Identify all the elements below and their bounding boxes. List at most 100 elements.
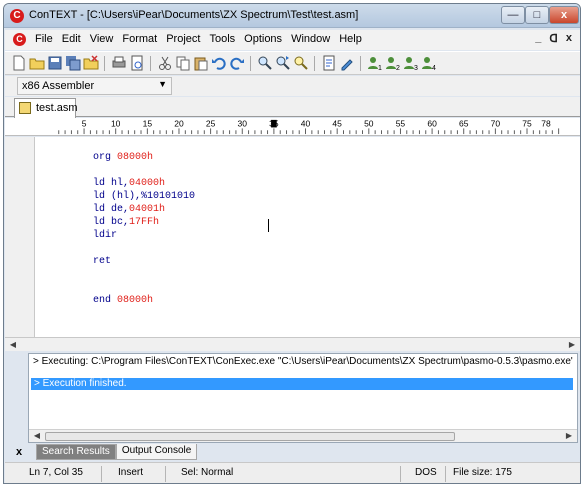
code-keyword: ld de, [93,204,130,215]
code-editor[interactable]: org 08000h ld hl,04000h ld (hl),%10101010 l… [5,137,580,337]
save-icon[interactable] [47,55,63,71]
ruler-label: 40 [301,119,311,129]
menu-item-format[interactable]: Format [122,33,157,45]
highlighter-select-value: x86 Assembler [22,80,95,92]
code-number: 17FFh [129,217,160,228]
menu-item-project[interactable]: Project [166,33,200,45]
scroll-left-icon[interactable]: ◀ [7,339,19,351]
code-line: org 08000h [93,152,153,164]
toolbar-separator [104,56,105,71]
redo-icon[interactable] [229,55,245,71]
svg-text:1: 1 [378,65,382,71]
output-tabs: Search Results Output Console [36,444,198,460]
user-exec-2-icon[interactable]: 2 [385,55,401,71]
code-number: 04001h [129,204,166,215]
new-file-icon[interactable] [11,55,27,71]
print-icon[interactable] [111,55,127,71]
undo-icon[interactable] [211,55,227,71]
replace-icon[interactable] [293,55,309,71]
document-menu-icon[interactable]: C [13,33,26,46]
scroll-left-icon[interactable]: ◀ [31,430,43,442]
print-preview-icon[interactable] [129,55,145,71]
code-keyword: ret [93,256,112,267]
status-format: DOS [415,467,437,478]
ruler-label: 45 [332,119,342,129]
highlighter-row: x86 Assembler ▼ [5,76,580,96]
editor-horizontal-scrollbar[interactable]: ◀ ▶ [5,337,580,351]
ruler-label: 15 [143,119,153,129]
maximize-button[interactable]: □ [525,6,549,24]
output-horizontal-scrollbar[interactable]: ◀ ▶ [29,429,577,442]
menu-items: File Edit View Format Project Tools Options Win… [35,33,371,45]
mdi-minimize-button[interactable]: _ [535,32,541,45]
editor-gutter [5,137,35,337]
menu-item-options[interactable]: Options [244,33,282,45]
tab-test-asm[interactable]: test.asm [14,98,78,118]
output-console[interactable]: > Executing: C:\Program Files\ConTEXT\Co… [28,353,578,443]
user-exec-4-icon[interactable]: 4 [421,55,437,71]
code-line: end 08000h [93,295,153,307]
code-number: 04000h [129,178,166,189]
mdi-close-button[interactable]: x [566,32,572,45]
close-output-panel-button[interactable]: x [16,446,22,458]
tab-output-console[interactable]: Output Console [115,444,198,460]
code-keyword: ldir [93,230,118,241]
window-title: ConTEXT - [C:\Users\iPear\Documents\ZX S… [29,9,359,21]
status-file-size: File size: 175 [453,467,512,478]
ruler-label: 20 [174,119,184,129]
ruler-label: 30 [238,119,248,129]
close-button[interactable]: x [549,6,579,24]
toolbar-separator [150,56,151,71]
scroll-right-icon[interactable]: ▶ [563,430,575,442]
toolbar-separator [360,56,361,71]
status-selection: Sel: Normal [181,467,234,478]
highlighter-tool-icon[interactable] [339,55,355,71]
toolbar-separator [314,56,315,71]
scrollbar-thumb[interactable] [45,432,455,441]
paste-icon[interactable] [193,55,209,71]
save-all-icon[interactable] [65,55,81,71]
code-keyword: ld bc, [93,217,130,228]
context-app-icon[interactable]: C [10,9,24,23]
ruler-label: 70 [491,119,501,129]
file-properties-icon[interactable] [321,55,337,71]
menu-item-edit[interactable]: Edit [62,33,81,45]
file-icon [19,102,31,114]
ruler-label: 25 [206,119,216,129]
toolbar: 1 2 3 4 [5,51,580,75]
status-position: Ln 7, Col 35 [29,467,83,478]
find-icon[interactable] [257,55,273,71]
minimize-button[interactable]: — [501,6,525,24]
user-exec-3-icon[interactable]: 3 [403,55,419,71]
column-ruler: 5101520253035404550556065707578 [5,118,580,136]
tab-search-results[interactable]: Search Results [36,444,116,460]
highlighter-select[interactable]: x86 Assembler ▼ [17,77,172,95]
tab-label: test.asm [36,102,78,114]
scroll-right-icon[interactable]: ▶ [566,339,578,351]
user-exec-1-icon[interactable]: 1 [367,55,383,71]
mdi-restore-button[interactable]: ᗡ [549,32,557,45]
status-separator [445,466,446,482]
status-separator [400,466,401,482]
menu-item-window[interactable]: Window [291,33,330,45]
copy-icon[interactable] [175,55,191,71]
ruler-label: 65 [459,119,469,129]
code-line: ldir [93,230,117,242]
menu-item-help[interactable]: Help [339,33,362,45]
menu-item-file[interactable]: File [35,33,53,45]
close-file-icon[interactable] [83,55,99,71]
code-keyword: ld (hl),%10101010 [93,191,196,202]
svg-text:3: 3 [414,65,418,71]
status-separator [101,466,102,482]
find-next-icon[interactable] [275,55,291,71]
output-finished-line[interactable]: > Execution finished. [31,378,573,390]
menu-item-tools[interactable]: Tools [209,33,235,45]
status-bar: Ln 7, Col 35 Insert Sel: Normal DOS File… [5,462,580,483]
code-line: ld (hl),%10101010 [93,191,195,203]
cut-icon[interactable] [157,55,173,71]
ruler-label: 60 [427,119,437,129]
code-number: 08000h [117,295,154,306]
menu-item-view[interactable]: View [90,33,114,45]
code-keyword: end [93,295,118,306]
open-folder-icon[interactable] [29,55,45,71]
